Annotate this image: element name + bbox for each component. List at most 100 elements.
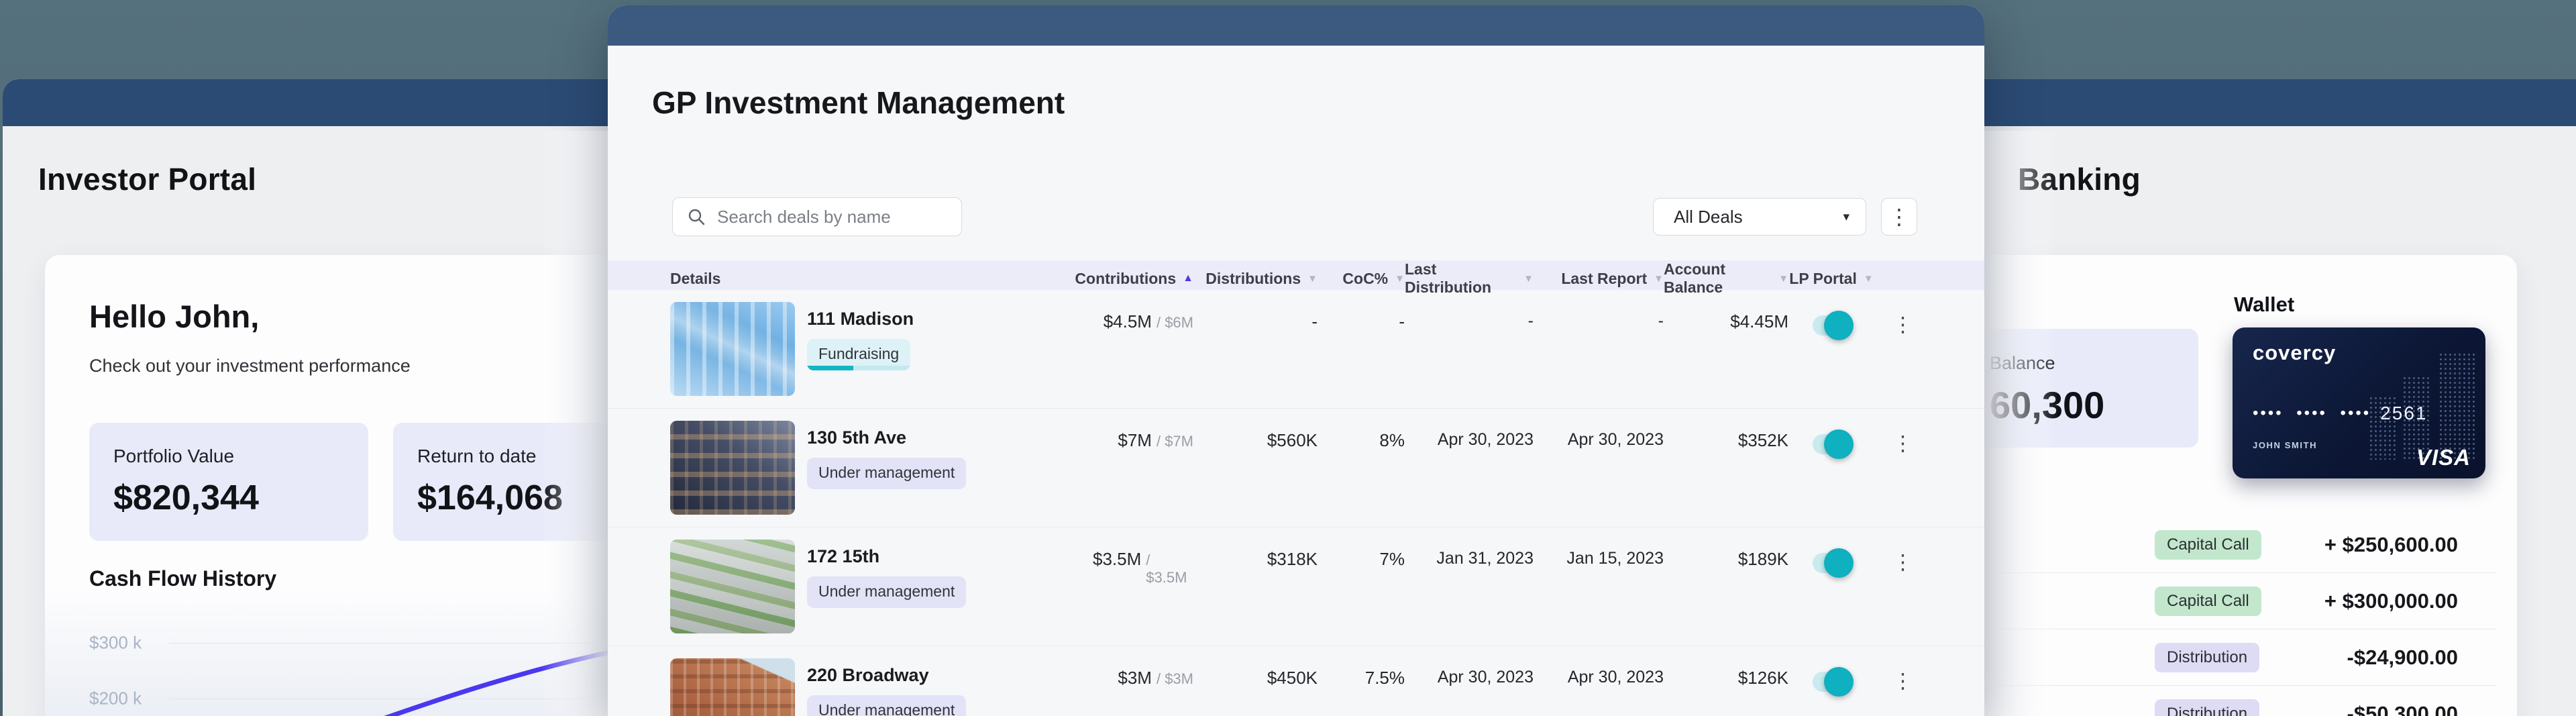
search-icon — [686, 207, 706, 227]
account-balance-value: $352K — [1738, 430, 1788, 451]
covercy-logo: covercy — [2253, 341, 2336, 365]
banking-window: Banking Balance 60,300 Wallet covercy ••… — [1967, 79, 2576, 716]
distributions-value: $560K — [1267, 430, 1318, 451]
metric-label: Portfolio Value — [113, 446, 344, 467]
banking-card: Balance 60,300 Wallet covercy •••• •••• … — [1940, 255, 2517, 716]
last-distribution-value: Apr 30, 2023 — [1438, 668, 1534, 687]
portfolio-value-card: Portfolio Value $820,344 — [89, 423, 368, 541]
deal-name[interactable]: 172 15th — [807, 546, 966, 567]
column-header-distributions[interactable]: Distributions ▼ — [1193, 270, 1318, 288]
status-badge: Under management — [807, 695, 966, 716]
search-input[interactable] — [717, 207, 948, 227]
table-options-button[interactable]: ⋮ — [1881, 198, 1917, 236]
transaction-amount: + $250,600.00 — [2324, 533, 2458, 557]
transaction-row: Capital Call + $250,600.00 — [1999, 517, 2497, 573]
visa-logo: VISA — [2416, 445, 2471, 470]
last-report-value: Jan 15, 2023 — [1566, 549, 1664, 568]
filter-caret-icon: ▼ — [1778, 273, 1788, 285]
contributions-total: / $3.5M — [1146, 549, 1193, 586]
lp-portal-toggle[interactable] — [1813, 315, 1850, 336]
transaction-amount: + $300,000.00 — [2324, 589, 2458, 613]
cash-flow-curve — [219, 631, 622, 716]
deal-thumbnail — [670, 302, 795, 396]
investor-portal-title: Investor Portal — [38, 161, 256, 197]
gp-page-title: GP Investment Management — [652, 85, 1065, 121]
contributions-value: $3.5M — [1093, 549, 1141, 570]
column-header-last-report[interactable]: Last Report ▼ — [1534, 270, 1664, 288]
coc-value: - — [1399, 311, 1405, 332]
deal-name[interactable]: 111 Madison — [807, 309, 914, 329]
lp-portal-toggle[interactable] — [1813, 672, 1850, 692]
wallet-heading: Wallet — [2234, 293, 2294, 317]
row-menu-icon[interactable]: ⋮ — [1892, 314, 1913, 335]
sort-ascending-icon: ▲ — [1183, 272, 1193, 285]
greeting-heading: Hello John, — [89, 298, 259, 335]
filter-caret-icon: ▼ — [1864, 273, 1874, 285]
card-number: •••• •••• •••• 2561 — [2253, 403, 2427, 424]
last-distribution-value: - — [1528, 311, 1534, 331]
transaction-type-badge: Capital Call — [2155, 530, 2261, 560]
deal-filter-value: All Deals — [1674, 207, 1743, 227]
coc-value: 8% — [1379, 430, 1405, 451]
deals-toolbar: All Deals ▾ ⋮ — [608, 197, 1984, 236]
account-balance-value: $189K — [1738, 549, 1788, 570]
status-badge: Under management — [807, 458, 966, 489]
deal-thumbnail — [670, 421, 795, 515]
chevron-down-icon: ▾ — [1843, 209, 1849, 225]
credit-card[interactable]: covercy •••• •••• •••• 2561 JOHN SMITH V… — [2233, 327, 2485, 478]
table-row[interactable]: 172 15th Under management $3.5M/ $3.5M $… — [608, 527, 1984, 646]
lp-portal-toggle[interactable] — [1813, 434, 1850, 454]
coc-value: 7.5% — [1365, 668, 1405, 688]
last-report-value: - — [1658, 311, 1664, 331]
metric-cards: Portfolio Value $820,344 Return to date … — [89, 423, 672, 541]
transaction-amount: -$24,900.00 — [2347, 646, 2458, 670]
deal-name[interactable]: 220 Broadway — [807, 665, 966, 686]
transaction-row: Distribution -$50,300.00 — [1999, 686, 2497, 716]
row-menu-icon[interactable]: ⋮ — [1892, 670, 1913, 691]
column-header-lp-portal[interactable]: LP Portal ▼ — [1788, 270, 1874, 288]
deal-name[interactable]: 130 5th Ave — [807, 427, 966, 448]
lp-portal-toggle[interactable] — [1813, 553, 1850, 573]
balance-card: Balance 60,300 — [1966, 329, 2198, 448]
card-holder: JOHN SMITH — [2253, 440, 2317, 450]
masked-digits: •••• •••• •••• — [2253, 404, 2371, 423]
deals-table-body: 111 Madison Fundraising $4.5M/ $6M - - -… — [608, 290, 1984, 716]
contributions-value: $7M — [1118, 430, 1152, 451]
balance-label: Balance — [1990, 353, 2174, 374]
account-balance-value: $4.45M — [1730, 311, 1788, 332]
row-menu-icon[interactable]: ⋮ — [1892, 433, 1913, 454]
table-row[interactable]: 130 5th Ave Under management $7M/ $7M $5… — [608, 409, 1984, 527]
gp-investment-window: GP Investment Management All Deals ▾ ⋮ — [608, 5, 1984, 716]
column-header-contributions[interactable]: Contributions ▲ — [1093, 270, 1193, 288]
metric-value: $820,344 — [113, 478, 344, 518]
distributions-value: $318K — [1267, 549, 1318, 570]
cash-flow-chart-title: Cash Flow History — [89, 566, 276, 591]
filter-caret-icon: ▼ — [1395, 273, 1405, 285]
gp-window-titlebar — [608, 5, 1984, 46]
desktop-backdrop: Investor Portal Hello John, Check out yo… — [0, 0, 2576, 716]
contributions-value: $4.5M — [1104, 311, 1152, 332]
transaction-type-badge: Capital Call — [2155, 586, 2261, 616]
column-header-details[interactable]: Details — [670, 270, 1093, 288]
kebab-menu-icon: ⋮ — [1888, 206, 1910, 227]
deal-thumbnail — [670, 540, 795, 633]
y-tick-label: $300 k — [89, 633, 142, 654]
transaction-amount: -$50,300.00 — [2347, 702, 2458, 716]
account-balance-value: $126K — [1738, 668, 1788, 688]
column-header-coc[interactable]: CoC% ▼ — [1318, 270, 1405, 288]
deal-filter-dropdown[interactable]: All Deals ▾ — [1653, 198, 1866, 236]
status-badge: Fundraising — [807, 339, 910, 370]
greeting-subtitle: Check out your investment performance — [89, 356, 411, 376]
contributions-value: $3M — [1118, 668, 1152, 688]
last-distribution-value: Jan 31, 2023 — [1436, 549, 1534, 568]
last-report-value: Apr 30, 2023 — [1568, 668, 1664, 687]
table-row[interactable]: 111 Madison Fundraising $4.5M/ $6M - - -… — [608, 290, 1984, 409]
row-menu-icon[interactable]: ⋮ — [1892, 552, 1913, 572]
table-header: Details Contributions ▲ Distributions ▼ … — [608, 260, 1984, 290]
status-badge: Under management — [807, 576, 966, 608]
deal-search[interactable] — [672, 197, 962, 236]
coc-value: 7% — [1379, 549, 1405, 570]
card-last4: 2561 — [2380, 403, 2427, 424]
last-report-value: Apr 30, 2023 — [1568, 430, 1664, 450]
table-row[interactable]: 220 Broadway Under management $3M/ $3M $… — [608, 646, 1984, 716]
